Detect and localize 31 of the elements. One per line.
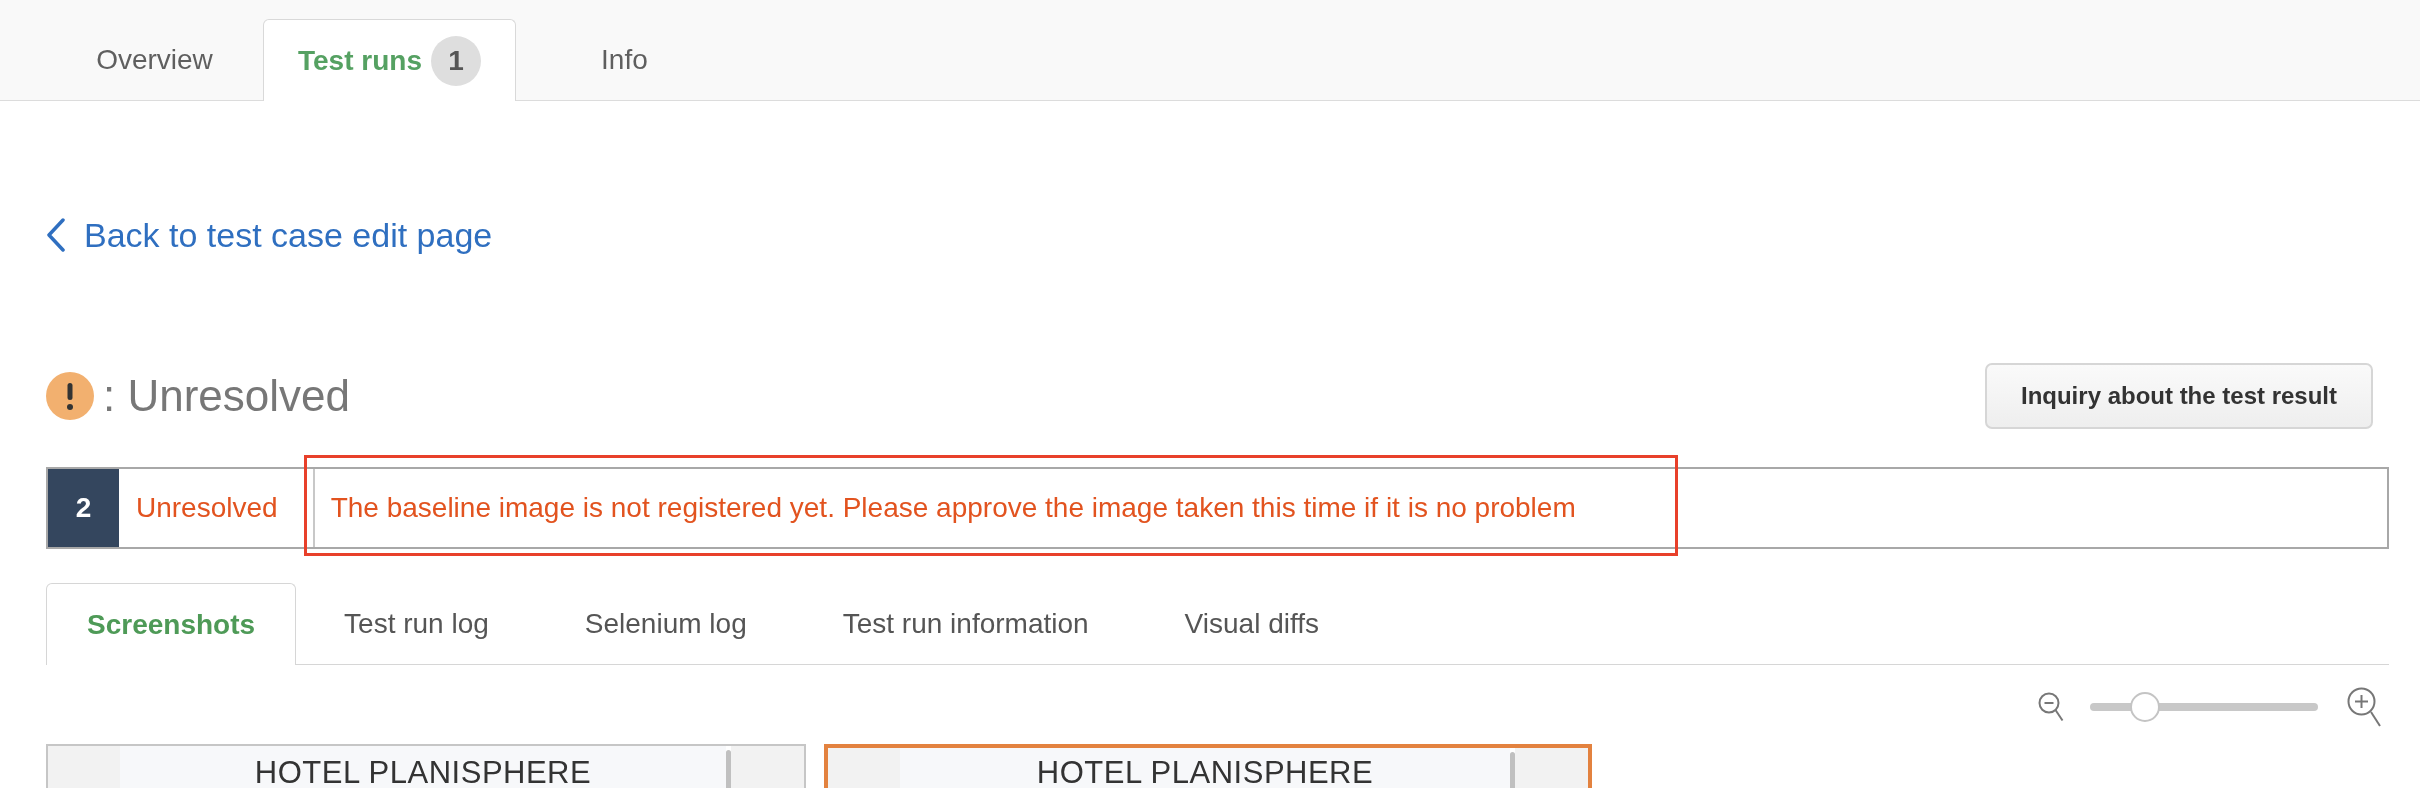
inquiry-button[interactable]: Inquiry about the test result [1984,363,2373,429]
zoom-out-icon[interactable] [2038,692,2064,722]
scrollbar[interactable] [1510,752,1515,788]
zoom-slider[interactable] [2090,692,2318,722]
nav-tab[interactable]: Overview [46,19,263,101]
tab-label: Overview [96,43,213,77]
screenshot-card[interactable]: HOTEL PLANISPHERE [824,744,1592,788]
tab-label: Test runs [298,43,422,78]
scrollbar[interactable] [726,750,731,788]
slider-thumb[interactable] [2129,692,2160,722]
tab-label: Info [601,43,648,77]
screenshot-card[interactable]: HOTEL PLANISPHERE [46,744,806,788]
zoom-in-icon[interactable] [2347,687,2381,727]
result-status-heading: : Unresolved [103,370,350,422]
status-label: Unresolved [135,491,279,525]
site-title: HOTEL PLANISPHERE [1036,757,1374,788]
back-link[interactable]: Back to test case edit page [46,215,493,255]
nav-tab[interactable]: Test runs 1 [263,19,516,101]
detail-tab[interactable]: Test run log [296,583,537,665]
detail-tab[interactable]: Test run information [794,583,1137,665]
exclamation-icon [46,372,94,420]
nav-tab[interactable]: Info [515,19,733,101]
detail-tab[interactable]: Visual diffs [1136,583,1367,665]
page-side-margin [48,746,120,788]
detail-tab[interactable]: Selenium log [536,583,795,665]
status-message: The baseline image is not registered yet. Please approve the image taken this time if it is no problem [330,491,1576,525]
count-badge: 1 [430,35,481,86]
chevron-left-icon [46,218,65,252]
site-title: HOTEL PLANISPHERE [254,757,592,788]
page-side-margin [828,748,900,788]
run-number: 2 [48,469,119,547]
